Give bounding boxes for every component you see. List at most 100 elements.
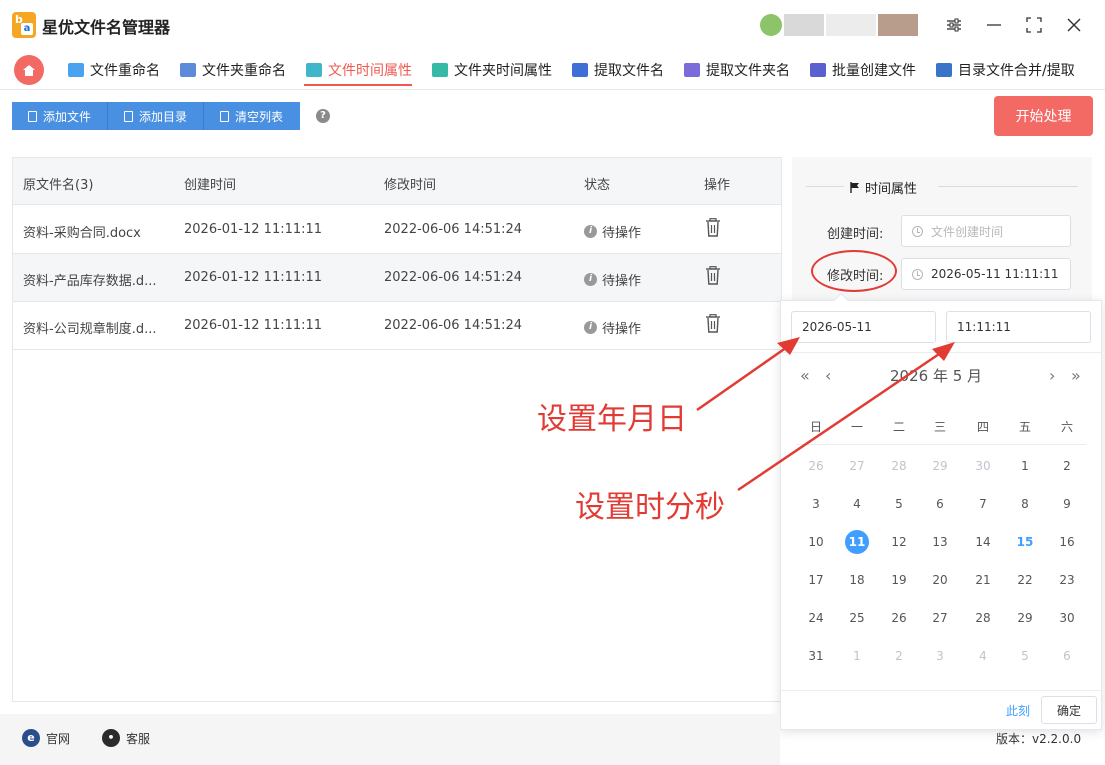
start-processing-button[interactable]: 开始处理: [994, 96, 1093, 136]
clear-list-button[interactable]: 清空列表: [204, 102, 300, 130]
tab-file-time-attributes[interactable]: 文件时间属性: [306, 56, 412, 84]
add-file-button[interactable]: 添加文件: [12, 102, 108, 130]
status-badge: i 待操作: [584, 222, 641, 241]
col-actions: 操作: [704, 178, 731, 193]
app-title: 星优文件名管理器: [42, 18, 171, 37]
calendar-day[interactable]: 26: [884, 606, 914, 630]
calendar-day[interactable]: 25: [842, 606, 872, 630]
calendar-day[interactable]: 1: [842, 644, 872, 668]
delete-icon[interactable]: [705, 314, 721, 334]
calendar-day[interactable]: 19: [884, 568, 914, 592]
calendar-day[interactable]: 12: [884, 530, 914, 554]
user-avatar[interactable]: [760, 14, 920, 36]
calendar-day[interactable]: 30: [968, 454, 998, 478]
calendar-day[interactable]: 18: [842, 568, 872, 592]
tab-folder-time-attributes[interactable]: 文件夹时间属性: [432, 56, 552, 84]
table-row[interactable]: 资料-采购合同.docx 2026-01-12 11:11:11 2022-06…: [13, 206, 781, 254]
calendar-day[interactable]: 27: [925, 606, 955, 630]
website-link[interactable]: e 官网: [22, 729, 70, 747]
close-icon[interactable]: [1060, 12, 1088, 38]
calendar-day[interactable]: 26: [801, 454, 831, 478]
calendar-day[interactable]: 15: [1010, 530, 1040, 554]
delete-icon[interactable]: [705, 218, 721, 238]
help-icon[interactable]: ?: [316, 109, 330, 123]
calendar-day[interactable]: 20: [925, 568, 955, 592]
tab-extract-filenames[interactable]: 提取文件名: [572, 56, 664, 84]
calendar-day[interactable]: 10: [801, 530, 831, 554]
file-time-icon: [306, 63, 322, 77]
calendar-day[interactable]: 2: [884, 644, 914, 668]
tab-divider: [0, 89, 1105, 90]
calendar-day[interactable]: 22: [1010, 568, 1040, 592]
calendar-day[interactable]: 8: [1010, 492, 1040, 516]
next-month-button[interactable]: ›: [1049, 366, 1055, 385]
calendar-day[interactable]: 24: [801, 606, 831, 630]
calendar-day[interactable]: 3: [801, 492, 831, 516]
created-time-input[interactable]: 文件创建时间: [901, 215, 1071, 247]
calendar-day[interactable]: 6: [1052, 644, 1082, 668]
calendar-day[interactable]: 7: [968, 492, 998, 516]
calendar-day[interactable]: 23: [1052, 568, 1082, 592]
calendar-day[interactable]: 29: [925, 454, 955, 478]
confirm-button[interactable]: 确定: [1041, 696, 1097, 724]
calendar-day[interactable]: 31: [801, 644, 831, 668]
prev-year-button[interactable]: «: [800, 366, 810, 385]
tab-batch-create-files[interactable]: 批量创建文件: [810, 56, 916, 84]
tab-folder-rename[interactable]: 文件夹重命名: [180, 56, 286, 84]
picker-date-input[interactable]: 2026-05-11: [791, 311, 936, 343]
calendar-day[interactable]: 1: [1010, 454, 1040, 478]
col-created: 创建时间: [184, 178, 237, 193]
status-badge: i 待操作: [584, 318, 641, 337]
prev-month-button[interactable]: ‹: [825, 366, 831, 385]
calendar-day[interactable]: 30: [1052, 606, 1082, 630]
calendar-day[interactable]: 5: [884, 492, 914, 516]
calendar-day[interactable]: 5: [1010, 644, 1040, 668]
cell-filename: 资料-产品库存数据.d...: [23, 274, 157, 289]
picker-time-input[interactable]: 11:11:11: [946, 311, 1091, 343]
calendar-day[interactable]: 2: [1052, 454, 1082, 478]
home-button[interactable]: [14, 55, 44, 85]
extract-filenames-icon: [572, 63, 588, 77]
calendar-day[interactable]: 16: [1052, 530, 1082, 554]
calendar-day[interactable]: 14: [968, 530, 998, 554]
col-modified: 修改时间: [384, 178, 437, 193]
customer-service-link[interactable]: • 客服: [102, 729, 150, 747]
calendar-day[interactable]: 27: [842, 454, 872, 478]
annotation-set-date: 设置年月日: [537, 402, 687, 437]
calendar-day[interactable]: 4: [968, 644, 998, 668]
divider: [806, 186, 844, 187]
calendar-day[interactable]: 13: [925, 530, 955, 554]
calendar-day[interactable]: 28: [884, 454, 914, 478]
extract-foldernames-icon: [684, 63, 700, 77]
maximize-icon[interactable]: [1020, 12, 1048, 38]
calendar-day[interactable]: 29: [1010, 606, 1040, 630]
tab-extract-foldernames[interactable]: 提取文件夹名: [684, 56, 790, 84]
table-row[interactable]: 资料-公司规章制度.d... 2026-01-12 11:11:11 2022-…: [13, 302, 781, 350]
calendar-day[interactable]: 28: [968, 606, 998, 630]
calendar-day[interactable]: 6: [925, 492, 955, 516]
divider: [796, 444, 1086, 445]
active-tab-indicator: [304, 84, 412, 86]
weekday-label: 日: [809, 420, 822, 434]
calendar-day[interactable]: 21: [968, 568, 998, 592]
delete-icon[interactable]: [705, 266, 721, 286]
calendar-day[interactable]: 17: [801, 568, 831, 592]
table-row[interactable]: 资料-产品库存数据.d... 2026-01-12 11:11:11 2022-…: [13, 254, 781, 302]
modified-time-input[interactable]: 2026-05-11 11:11:11: [901, 258, 1071, 290]
calendar-day[interactable]: 4: [842, 492, 872, 516]
settings-sliders-icon[interactable]: [940, 12, 968, 38]
calendar-day[interactable]: 9: [1052, 492, 1082, 516]
app-logo-icon: b a: [12, 12, 36, 38]
now-link[interactable]: 此刻: [1006, 702, 1030, 719]
tab-file-rename[interactable]: 文件重命名: [68, 56, 160, 84]
tab-merge-extract[interactable]: 目录文件合并/提取: [936, 56, 1075, 84]
add-directory-button[interactable]: 添加目录: [108, 102, 204, 130]
calendar-day[interactable]: 3: [925, 644, 955, 668]
cell-created: 2026-01-12 11:11:11: [184, 270, 323, 285]
created-time-label: 创建时间:: [827, 227, 884, 242]
next-year-button[interactable]: »: [1071, 366, 1081, 385]
status-badge: i 待操作: [584, 270, 641, 289]
minimize-icon[interactable]: [980, 12, 1008, 38]
version-label: 版本：v2.2.0.0: [996, 732, 1082, 746]
calendar-day[interactable]: 11: [842, 530, 872, 554]
